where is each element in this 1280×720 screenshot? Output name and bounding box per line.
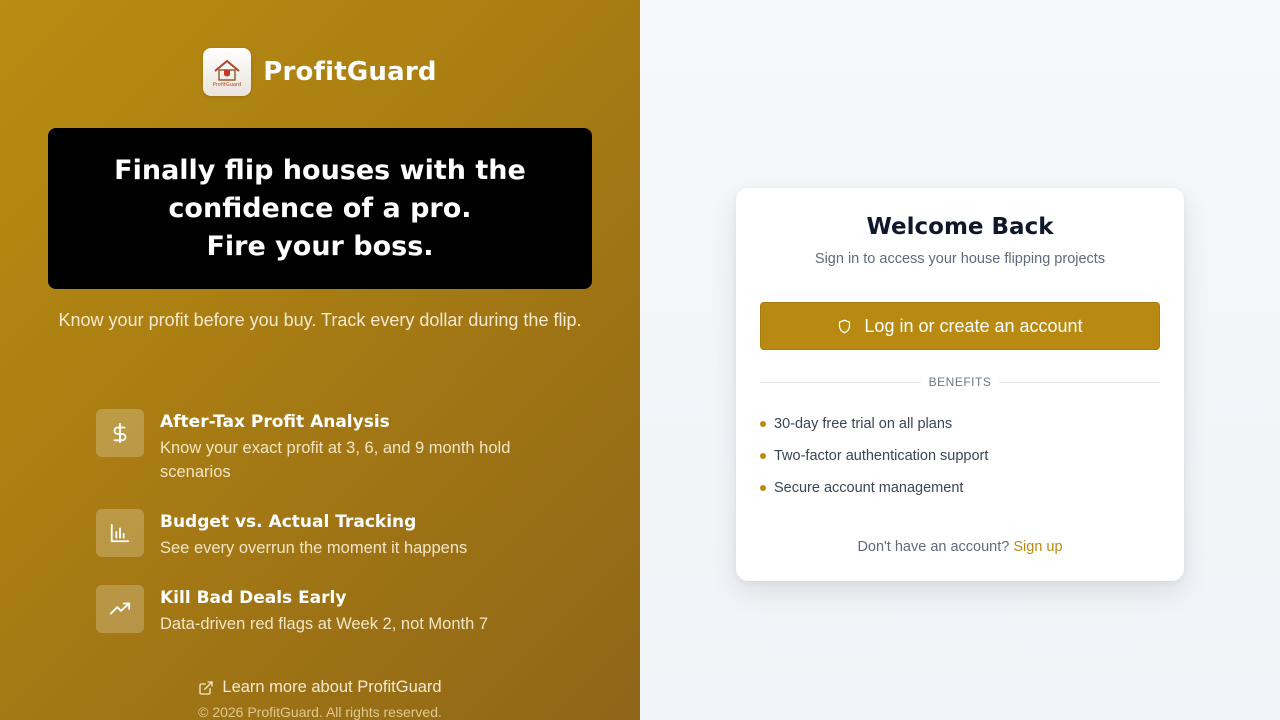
signup-prompt: Don't have an account? Sign up (736, 539, 1184, 555)
card-title: Welcome Back (866, 214, 1054, 240)
benefit-text: Secure account management (774, 480, 964, 496)
feature-profit-analysis: After-Tax Profit Analysis Know your exac… (96, 409, 566, 484)
benefits-divider: BENEFITS (760, 374, 1160, 390)
bullet-icon (760, 453, 766, 459)
login-card: Welcome Back Sign in to access your hous… (736, 188, 1184, 581)
feature-description: Data-driven red flags at Week 2, not Mon… (160, 615, 489, 633)
marketing-panel: ProfitGuard ProfitGuard Finally flip hou… (0, 0, 640, 720)
benefit-text: Two-factor authentication support (774, 448, 989, 464)
hero-headline-line-2: confidence of a pro. (168, 192, 472, 224)
learn-more-link[interactable]: Learn more about ProfitGuard (0, 678, 640, 697)
login-panel: Welcome Back Sign in to access your hous… (640, 0, 1280, 720)
hero-headline-line-3: Fire your boss. (206, 230, 434, 262)
signup-prompt-text: Don't have an account? (857, 539, 1010, 555)
bullet-icon (760, 485, 766, 491)
feature-title: After-Tax Profit Analysis (160, 412, 390, 432)
feature-kill-bad-deals: Kill Bad Deals Early Data-driven red fla… (96, 585, 566, 636)
benefit-text: 30-day free trial on all plans (774, 416, 953, 432)
brand-name: ProfitGuard (263, 57, 437, 87)
copyright: © 2026 ProfitGuard. All rights reserved. (198, 704, 442, 720)
tagline: Know your profit before you buy. Track e… (58, 310, 582, 330)
feature-description: See every overrun the moment it happens (160, 539, 468, 557)
logo-wordmark: ProfitGuard (213, 82, 241, 88)
logo-icon: ProfitGuard (203, 48, 252, 96)
login-button-label: Log in or create an account (864, 315, 1083, 336)
bar-chart-icon (96, 509, 144, 557)
shield-icon (839, 319, 851, 333)
signup-link[interactable]: Sign up (1013, 539, 1062, 555)
benefit-item: Two-factor authentication support (760, 446, 988, 466)
brand-header: ProfitGuard ProfitGuard (0, 48, 640, 96)
hero-banner: Finally flip houses with the confidence … (48, 128, 592, 289)
feature-title: Budget vs. Actual Tracking (160, 512, 417, 532)
bullet-icon (760, 421, 766, 427)
feature-title: Kill Bad Deals Early (160, 588, 347, 608)
benefit-item: 30-day free trial on all plans (760, 414, 988, 434)
dollar-icon (96, 409, 144, 457)
divider-line (999, 381, 1160, 383)
hero-headline-line-1: Finally flip houses with the (114, 154, 526, 186)
trending-up-icon (96, 585, 144, 633)
benefits-list: 30-day free trial on all plans Two-facto… (760, 414, 988, 510)
divider-line (760, 381, 921, 383)
card-subtitle: Sign in to access your house flipping pr… (814, 251, 1106, 267)
external-link-icon (199, 680, 214, 695)
benefits-label: BENEFITS (928, 375, 992, 389)
learn-more-label: Learn more about ProfitGuard (222, 678, 442, 696)
feature-description: Know your exact profit at 3, 6, and 9 mo… (160, 439, 511, 481)
login-button[interactable]: Log in or create an account (760, 302, 1160, 350)
feature-budget-tracking: Budget vs. Actual Tracking See every ove… (96, 509, 566, 560)
benefit-item: Secure account management (760, 478, 988, 498)
login-page: ProfitGuard ProfitGuard Finally flip hou… (0, 0, 1280, 720)
